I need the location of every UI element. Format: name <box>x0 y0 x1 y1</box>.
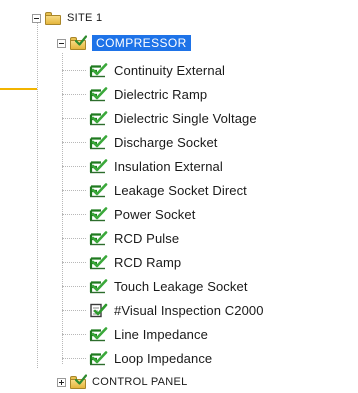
tree-guide-line <box>62 166 86 167</box>
tree-guide-line <box>62 358 86 359</box>
test-item[interactable]: Loop Impedance <box>88 347 212 369</box>
checked-test-icon <box>89 86 108 101</box>
test-item-label: Line Impedance <box>114 326 208 342</box>
test-item[interactable]: Dielectric Ramp <box>88 83 207 105</box>
checked-test-icon <box>89 326 108 341</box>
checked-test-icon <box>89 158 108 173</box>
test-item-label: Touch Leakage Socket <box>114 278 248 294</box>
test-item-label: RCD Pulse <box>114 230 180 246</box>
checked-folder-icon <box>70 373 87 389</box>
checked-test-icon <box>89 230 108 245</box>
expand-toggle-icon[interactable] <box>57 377 66 387</box>
checked-folder-icon <box>70 34 87 50</box>
checked-test-icon <box>89 254 108 269</box>
visual-inspection-icon <box>90 303 108 317</box>
folder-icon <box>45 11 61 25</box>
test-item-label: Loop Impedance <box>114 350 213 366</box>
checked-test-icon <box>89 182 108 197</box>
tree-guide-line <box>62 142 86 143</box>
tree-guide-line <box>62 286 86 287</box>
tree-node-compressor[interactable]: COMPRESSOR <box>57 32 191 54</box>
test-item-label: Insulation External <box>114 158 223 174</box>
tree-guide-line <box>62 118 86 119</box>
tree-guide-line <box>62 53 63 364</box>
checked-test-icon <box>89 278 108 293</box>
test-item[interactable]: #Visual Inspection C2000 <box>88 299 264 321</box>
site-label: SITE 1 <box>67 12 103 24</box>
test-item[interactable]: Touch Leakage Socket <box>88 275 248 297</box>
test-item-label: Leakage Socket Direct <box>114 182 247 198</box>
tree-guide-line <box>62 238 86 239</box>
checked-test-icon <box>89 134 108 149</box>
accent-line <box>0 88 37 90</box>
test-item[interactable]: RCD Pulse <box>88 227 179 249</box>
test-item-label: #Visual Inspection C2000 <box>114 302 264 318</box>
test-item[interactable]: RCD Ramp <box>88 251 181 273</box>
tree-guide-line <box>62 214 86 215</box>
tree-guide-line <box>62 334 86 335</box>
tree-guide-line <box>62 262 86 263</box>
collapse-toggle-icon[interactable] <box>32 13 41 23</box>
tree-guide-line <box>62 70 86 71</box>
checked-test-icon <box>89 350 108 365</box>
checked-test-icon <box>89 206 108 221</box>
test-item-label: RCD Ramp <box>114 254 182 270</box>
collapse-toggle-icon[interactable] <box>57 38 66 48</box>
tree-node-control-panel[interactable]: CONTROL PANEL <box>57 371 188 393</box>
test-item[interactable]: Power Socket <box>88 203 195 225</box>
tree-guide-line <box>62 310 86 311</box>
tree-guide-line <box>37 22 38 368</box>
tree-guide-line <box>62 190 86 191</box>
test-item-label: Dielectric Single Voltage <box>114 110 257 126</box>
test-item-label: Discharge Socket <box>114 134 218 150</box>
test-item[interactable]: Line Impedance <box>88 323 208 345</box>
test-item[interactable]: Insulation External <box>88 155 223 177</box>
test-item-label: Dielectric Ramp <box>114 86 208 102</box>
test-item[interactable]: Continuity External <box>88 59 225 81</box>
checked-test-icon <box>89 62 108 77</box>
tree-node-site[interactable]: SITE 1 <box>32 7 102 29</box>
compressor-label: COMPRESSOR <box>92 35 191 51</box>
test-item-label: Power Socket <box>114 206 196 222</box>
test-item[interactable]: Leakage Socket Direct <box>88 179 247 201</box>
control-panel-label: CONTROL PANEL <box>92 376 188 388</box>
tree-guide-line <box>62 94 86 95</box>
test-item[interactable]: Discharge Socket <box>88 131 217 153</box>
checked-test-icon <box>89 110 108 125</box>
test-item-label: Continuity External <box>114 62 226 78</box>
tree-view: SITE 1 COMPRESSOR Continuity External Di… <box>0 0 358 389</box>
test-item[interactable]: Dielectric Single Voltage <box>88 107 257 129</box>
